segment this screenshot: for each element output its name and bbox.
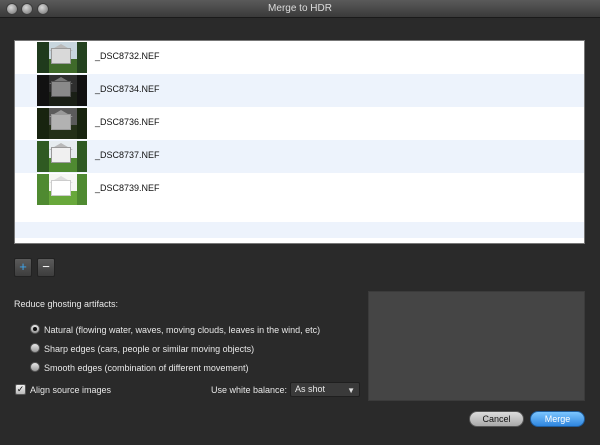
ghosting-option-sharp-radio[interactable]	[30, 343, 40, 353]
empty-row	[15, 206, 584, 222]
ghosting-option-sharp-label[interactable]: Sharp edges (cars, people or similar mov…	[44, 344, 254, 354]
white-balance-label: Use white balance:	[211, 385, 288, 395]
ghosting-option-smooth-radio[interactable]	[30, 362, 40, 372]
add-file-button[interactable]: +	[14, 258, 32, 277]
empty-row	[15, 222, 584, 238]
ghosting-option-smooth-label[interactable]: Smooth edges (combination of different m…	[44, 363, 248, 373]
ghosting-heading: Reduce ghosting artifacts:	[14, 299, 119, 309]
file-name: _DSC8732.NEF	[95, 51, 160, 61]
cancel-button[interactable]: Cancel	[469, 411, 524, 427]
white-balance-value: As shot	[295, 384, 326, 394]
white-balance-select[interactable]: As shot ▼	[290, 382, 360, 397]
file-row[interactable]: _DSC8739.NEF	[15, 173, 584, 206]
remove-file-button[interactable]: −	[37, 258, 55, 277]
file-thumbnail	[37, 75, 87, 106]
window-title: Merge to HDR	[268, 3, 332, 14]
merge-to-hdr-dialog: Merge to HDR _DSC8732.NEF _DSC8734.NEF _…	[0, 0, 600, 445]
ghosting-option-natural-label[interactable]: Natural (flowing water, waves, moving cl…	[44, 325, 320, 335]
source-file-list[interactable]: _DSC8732.NEF _DSC8734.NEF _DSC8736.NEF _…	[14, 40, 585, 244]
file-name: _DSC8734.NEF	[95, 84, 160, 94]
file-row[interactable]: _DSC8736.NEF	[15, 107, 584, 140]
preview-area	[368, 291, 585, 401]
chevron-down-icon: ▼	[347, 386, 355, 395]
align-source-images-label[interactable]: Align source images	[30, 385, 111, 395]
file-row[interactable]: _DSC8734.NEF	[15, 74, 584, 107]
align-source-images-checkbox[interactable]: ✓	[15, 384, 26, 395]
file-name: _DSC8737.NEF	[95, 150, 160, 160]
file-thumbnail	[37, 42, 87, 73]
merge-button[interactable]: Merge	[530, 411, 585, 427]
title-bar: Merge to HDR	[0, 0, 600, 18]
file-name: _DSC8739.NEF	[95, 183, 160, 193]
file-row[interactable]: _DSC8737.NEF	[15, 140, 584, 173]
file-name: _DSC8736.NEF	[95, 117, 160, 127]
file-row[interactable]: _DSC8732.NEF	[15, 41, 584, 74]
file-thumbnail	[37, 174, 87, 205]
ghosting-option-natural-radio[interactable]	[30, 324, 40, 334]
file-thumbnail	[37, 108, 87, 139]
file-thumbnail	[37, 141, 87, 172]
